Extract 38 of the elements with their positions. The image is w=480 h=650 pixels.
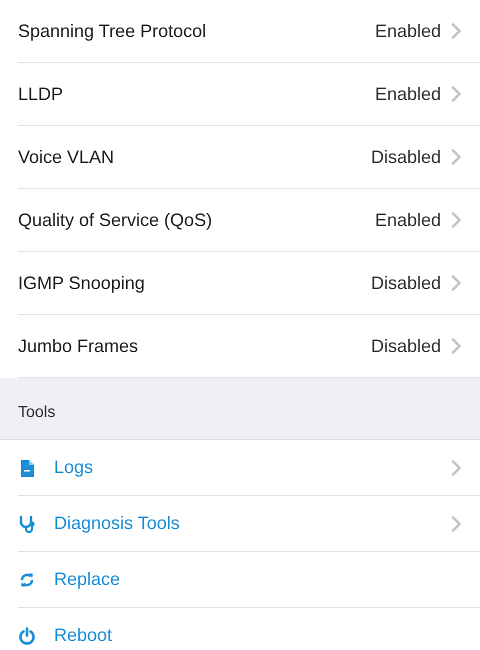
setting-label: Quality of Service (QoS)	[18, 208, 214, 232]
chevron-icon	[451, 275, 462, 291]
chevron-icon	[451, 460, 462, 476]
tool-row[interactable]: Logs	[18, 440, 480, 496]
stethoscope-icon	[18, 514, 36, 532]
power-icon	[18, 626, 36, 644]
setting-value: Disabled	[370, 146, 441, 168]
setting-value: Disabled	[370, 272, 441, 294]
setting-label: LLDP	[18, 82, 64, 106]
chevron-icon	[451, 23, 462, 39]
setting-label: Spanning Tree Protocol	[18, 20, 208, 43]
tool-label: Diagnosis Tools	[54, 512, 181, 535]
tool-label: Logs	[54, 456, 94, 479]
chevron-icon	[451, 338, 462, 354]
chevron-icon	[451, 149, 462, 165]
document-icon	[18, 458, 36, 476]
tool-row[interactable]: Diagnosis Tools	[18, 496, 480, 552]
refresh-icon	[18, 570, 36, 588]
setting-value: Enabled	[374, 20, 441, 42]
tool-row[interactable]: Replace	[18, 552, 480, 608]
chevron-icon	[451, 516, 462, 532]
settings-row[interactable]: IGMP Snooping Disabled	[18, 252, 480, 315]
tool-row[interactable]: Reboot	[18, 608, 480, 650]
settings-row[interactable]: Spanning Tree Protocol Enabled	[18, 0, 480, 63]
settings-row[interactable]: Quality of Service (QoS) Enabled	[18, 189, 480, 252]
tool-label: Reboot	[54, 624, 114, 647]
setting-value: Enabled	[374, 82, 441, 106]
settings-row[interactable]: LLDP Enabled	[18, 63, 480, 126]
chevron-icon	[451, 86, 462, 102]
setting-label: Jumbo Frames	[18, 334, 140, 358]
setting-label: IGMP Snooping	[18, 272, 146, 295]
section-header: Tools	[18, 403, 56, 423]
tool-label: Replace	[54, 568, 122, 591]
settings-row[interactable]: Voice VLAN Disabled	[18, 126, 480, 189]
setting-value: Enabled	[374, 208, 441, 232]
setting-label: Voice VLAN	[18, 146, 116, 168]
chevron-icon	[451, 212, 462, 228]
setting-value: Disabled	[370, 334, 441, 358]
